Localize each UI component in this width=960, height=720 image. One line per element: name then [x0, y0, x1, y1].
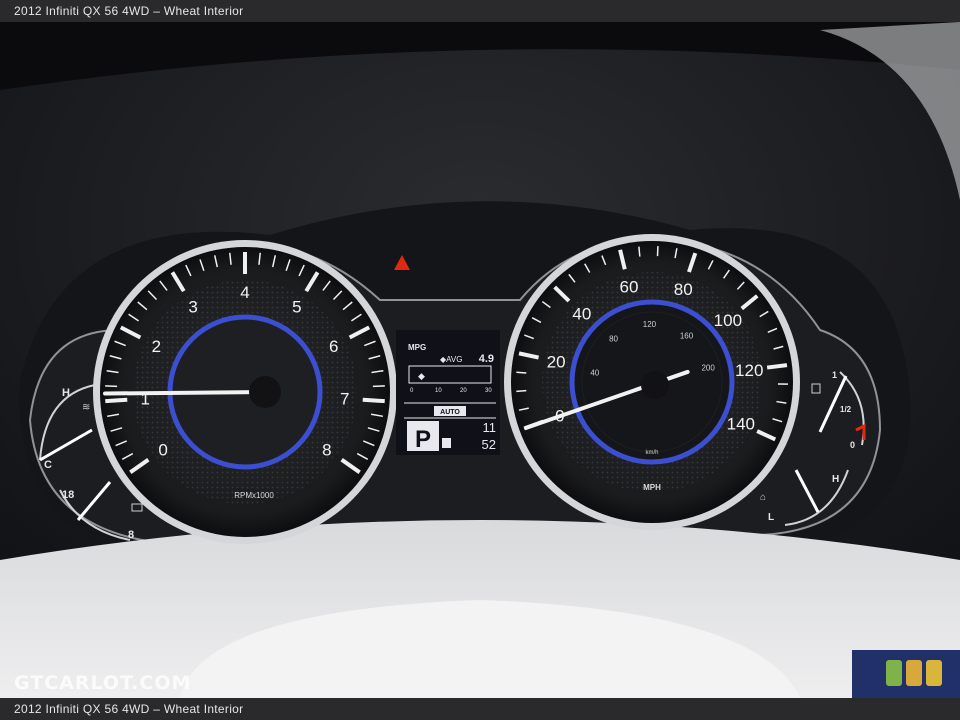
clock-hours: 11 [483, 420, 497, 435]
mph-label-100: 100 [714, 311, 742, 330]
tachometer-label-5: 5 [292, 298, 301, 317]
instrument-cluster-photo: H C ≋ 18 8 0 1 2 3 4 5 6 7 8 RPMx1000 MPG ◆AVG 4… [0, 22, 960, 698]
mpg-scale-30: 30 [485, 388, 492, 394]
speedometer-tick [516, 371, 527, 374]
mph-label-140: 140 [727, 414, 755, 433]
mpg-label: MPG [408, 343, 426, 352]
temp-high-label: H [62, 387, 70, 399]
kmh-unit-label: km/h [645, 450, 658, 456]
auto-mode-label: AUTO [440, 409, 460, 416]
tachometer-label-0: 0 [158, 440, 167, 459]
mpg-marker-icon: ◆ [418, 371, 425, 381]
mph-label-60: 60 [620, 278, 639, 297]
tachometer-label-8: 8 [322, 440, 331, 459]
fuel-full-label: 1 [832, 370, 837, 380]
tachometer-label-4: 4 [240, 283, 249, 302]
caption-bar-bottom: 2012 Infiniti QX 56 4WD – Wheat Interior [0, 698, 960, 720]
oil-can-icon: ⌂ [760, 492, 766, 503]
mph-unit-label: MPH [643, 483, 661, 492]
caption-text: 2012 Infiniti QX 56 4WD – Wheat Interior [14, 702, 244, 716]
clock-minutes: 52 [482, 437, 496, 452]
speedometer-tick [516, 389, 527, 393]
avg-mpg-value: 4.9 [479, 353, 494, 365]
kmh-label-80: 80 [609, 335, 618, 344]
gear-indicator: P [415, 426, 431, 453]
steering-wheel-indicator-lights [852, 650, 960, 698]
speedometer-hub [641, 371, 669, 399]
tachometer-tick [362, 397, 385, 404]
fuel-half-label: 1/2 [840, 405, 852, 414]
mpg-scale-20: 20 [460, 388, 467, 394]
kmh-label-120: 120 [643, 320, 657, 329]
speedometer-tick [638, 246, 641, 257]
tachometer-label-7: 7 [340, 390, 349, 409]
tachometer-unit-label: RPMx1000 [234, 491, 274, 500]
mph-label-40: 40 [572, 305, 591, 324]
tachometer-label-3: 3 [188, 298, 197, 317]
temp-low-label: C [44, 459, 52, 471]
voltage-low-label: 8 [128, 529, 134, 541]
oil-high-label: H [832, 474, 839, 485]
caption-bar-top: 2012 Infiniti QX 56 4WD – Wheat Interior [0, 0, 960, 22]
mpg-scale-10: 10 [435, 388, 442, 394]
mph-label-20: 20 [547, 352, 566, 371]
tachometer-label-6: 6 [329, 337, 338, 356]
avg-label: ◆AVG [440, 355, 462, 364]
tachometer-tick [105, 397, 128, 404]
caption-text: 2012 Infiniti QX 56 4WD – Wheat Interior [14, 4, 244, 18]
kmh-label-40: 40 [590, 368, 599, 377]
fuel-empty-label: 0 [850, 440, 855, 450]
oil-low-label: L [768, 512, 774, 523]
voltage-high-label: 18 [62, 489, 74, 501]
speedometer: 020406080100120140 4080120160200 km/h MP… [504, 234, 800, 530]
kmh-label-200: 200 [701, 363, 715, 372]
watermark: GTCARLOT.COM [14, 672, 192, 694]
speedometer-tick [766, 363, 788, 370]
mph-label-80: 80 [674, 280, 693, 299]
mph-label-120: 120 [735, 361, 763, 380]
tachometer-tick [372, 385, 385, 388]
coolant-icon: ≋ [82, 402, 90, 413]
tachometer-tick [105, 385, 118, 388]
tachometer-hub [249, 376, 281, 408]
tachometer-label-2: 2 [152, 337, 161, 356]
tachometer: 012345678 RPMx1000 [93, 240, 397, 544]
kmh-label-160: 160 [680, 331, 694, 340]
clock-icon [442, 438, 451, 448]
